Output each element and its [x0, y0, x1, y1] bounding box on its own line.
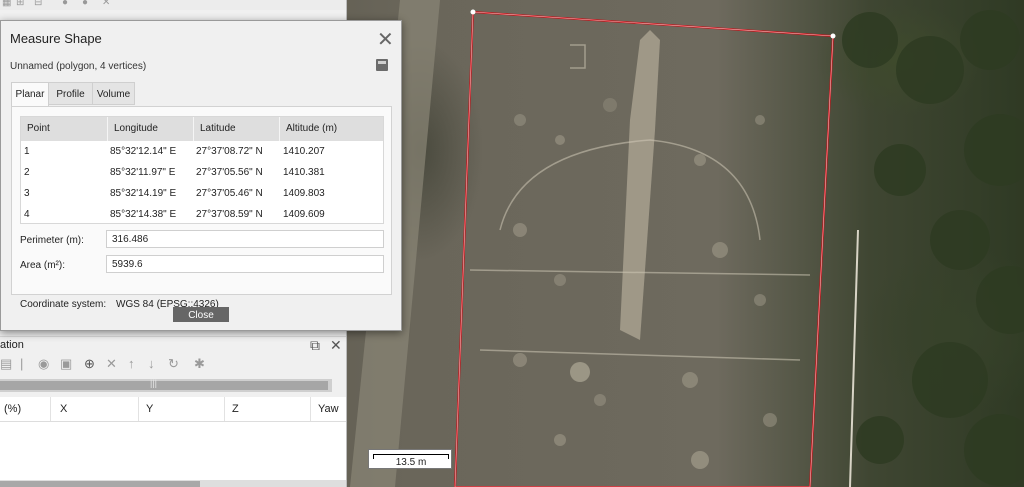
save-icon[interactable] — [376, 59, 388, 71]
planar-panel: Point Longitude Latitude Altitude (m) 1 … — [11, 106, 392, 310]
col-header-z[interactable]: Z — [232, 403, 239, 415]
close-icon[interactable]: ✕ — [330, 337, 342, 354]
tab-planar[interactable]: Planar — [11, 82, 49, 107]
cell-altitude: 1409.609 — [283, 209, 325, 220]
column-separator — [310, 397, 311, 421]
shape-description: Unnamed (polygon, 4 vertices) — [10, 61, 147, 72]
column-separator — [279, 117, 280, 141]
record-icon[interactable]: ● — [82, 0, 88, 8]
column-separator — [50, 397, 51, 421]
cell-point: 1 — [24, 146, 30, 157]
dock-table-header: (%) X Y Z Yaw — [0, 397, 346, 422]
measure-shape-dialog: Measure Shape ✕ Unnamed (polygon, 4 vert… — [0, 20, 402, 331]
add-icon[interactable]: ⊕ — [84, 356, 95, 372]
table-row[interactable]: 4 85°32'14.38" E 27°37'08.59" N 1409.609 — [21, 204, 383, 225]
record-icon[interactable]: ● — [62, 0, 68, 8]
table-row[interactable]: 1 85°32'12.14" E 27°37'08.72" N 1410.207 — [21, 141, 383, 162]
cell-latitude: 27°37'08.59" N — [196, 209, 263, 220]
cell-longitude: 85°32'11.97" E — [110, 167, 176, 178]
col-header-percent[interactable]: (%) — [4, 403, 21, 415]
cell-latitude: 27°37'08.72" N — [196, 146, 263, 157]
cell-latitude: 27°37'05.56" N — [196, 167, 263, 178]
tree-icon[interactable]: ⊞ — [16, 0, 24, 8]
table-icon[interactable]: ▤ — [0, 356, 12, 372]
vegetation — [842, 10, 1024, 486]
coordinate-system-label: Coordinate system: — [20, 299, 107, 310]
save-icon[interactable]: ▣ — [60, 356, 72, 372]
cell-latitude: 27°37'05.46" N — [196, 188, 263, 199]
col-header-latitude[interactable]: Latitude — [200, 123, 236, 134]
table-row[interactable]: 3 85°32'14.19" E 27°37'05.46" N 1409.803 — [21, 183, 383, 204]
cell-altitude: 1409.803 — [283, 188, 325, 199]
table-row[interactable]: 2 85°32'11.97" E 27°37'05.56" N 1410.381 — [21, 162, 383, 183]
polygon-vertex[interactable] — [470, 9, 476, 15]
dirt-track — [620, 30, 660, 340]
cell-altitude: 1410.381 — [283, 167, 325, 178]
dock-title-bar: ation ⧉ ✕ — [0, 336, 346, 354]
cell-point: 2 — [24, 167, 30, 178]
cell-longitude: 85°32'12.14" E — [110, 146, 177, 157]
tab-profile[interactable]: Profile — [48, 82, 93, 105]
close-button[interactable]: Close — [173, 307, 229, 322]
col-header-yaw[interactable]: Yaw — [318, 403, 339, 415]
dock-top-toolbar: ▦ ⊞ ⊟ ● ● ✕ — [0, 0, 346, 10]
scale-bar: 13.5 m — [368, 449, 452, 469]
dock-title: ation — [0, 339, 24, 351]
col-header-y[interactable]: Y — [146, 403, 153, 415]
perimeter-label: Perimeter (m): — [20, 235, 84, 246]
area-label: Area (m²): — [20, 260, 65, 271]
close-icon[interactable]: ✕ — [377, 27, 394, 52]
dock-table-body[interactable] — [0, 422, 346, 480]
perimeter-field[interactable]: 316.486 — [106, 230, 384, 248]
cell-altitude: 1410.207 — [283, 146, 325, 157]
tab-volume[interactable]: Volume — [92, 82, 135, 105]
scrollbar-grip: ||| — [150, 378, 158, 388]
tree-add-icon[interactable]: ⊟ — [34, 0, 42, 8]
vertices-table: Point Longitude Latitude Altitude (m) 1 … — [20, 116, 384, 224]
cell-longitude: 85°32'14.38" E — [110, 209, 177, 220]
column-separator — [193, 117, 194, 141]
polygon-vertex[interactable] — [830, 33, 836, 39]
column-separator — [224, 397, 225, 421]
table-header: Point Longitude Latitude Altitude (m) — [21, 117, 383, 141]
column-separator — [107, 117, 108, 141]
float-window-icon[interactable]: ⧉ — [310, 337, 320, 354]
refresh-icon[interactable]: ↻ — [168, 356, 179, 372]
scrollbar-thumb[interactable] — [0, 481, 200, 487]
cell-point: 3 — [24, 188, 30, 199]
move-up-icon[interactable]: ↑ — [128, 356, 135, 371]
area-field[interactable]: 5939.6 — [106, 255, 384, 273]
dialog-title: Measure Shape — [10, 31, 102, 46]
grid-icon[interactable]: ▦ — [2, 0, 11, 8]
col-header-altitude[interactable]: Altitude (m) — [286, 123, 337, 134]
scrollbar-thumb[interactable] — [0, 381, 328, 390]
separator-icon: | — [20, 356, 24, 371]
col-header-x[interactable]: X — [60, 403, 67, 415]
scale-bar-label: 13.5 m — [395, 457, 427, 468]
move-down-icon[interactable]: ↓ — [148, 356, 155, 371]
dock-toolbar: ▤ | ◉ ▣ ⊕ ✕ ↑ ↓ ↻ ✱ — [0, 354, 346, 374]
cell-point: 4 — [24, 209, 30, 220]
close-small-icon[interactable]: ✕ — [102, 0, 110, 8]
dock-bottom-scrollbar[interactable] — [0, 480, 346, 487]
settings-icon[interactable]: ✱ — [194, 356, 205, 372]
dock-horizontal-scrollbar[interactable]: ||| — [0, 378, 332, 392]
delete-icon[interactable]: ✕ — [106, 356, 117, 372]
column-separator — [138, 397, 139, 421]
fence-line — [849, 229, 859, 487]
cell-longitude: 85°32'14.19" E — [110, 188, 177, 199]
target-icon[interactable]: ◉ — [38, 356, 49, 372]
col-header-longitude[interactable]: Longitude — [114, 123, 158, 134]
col-header-point[interactable]: Point — [27, 123, 50, 134]
